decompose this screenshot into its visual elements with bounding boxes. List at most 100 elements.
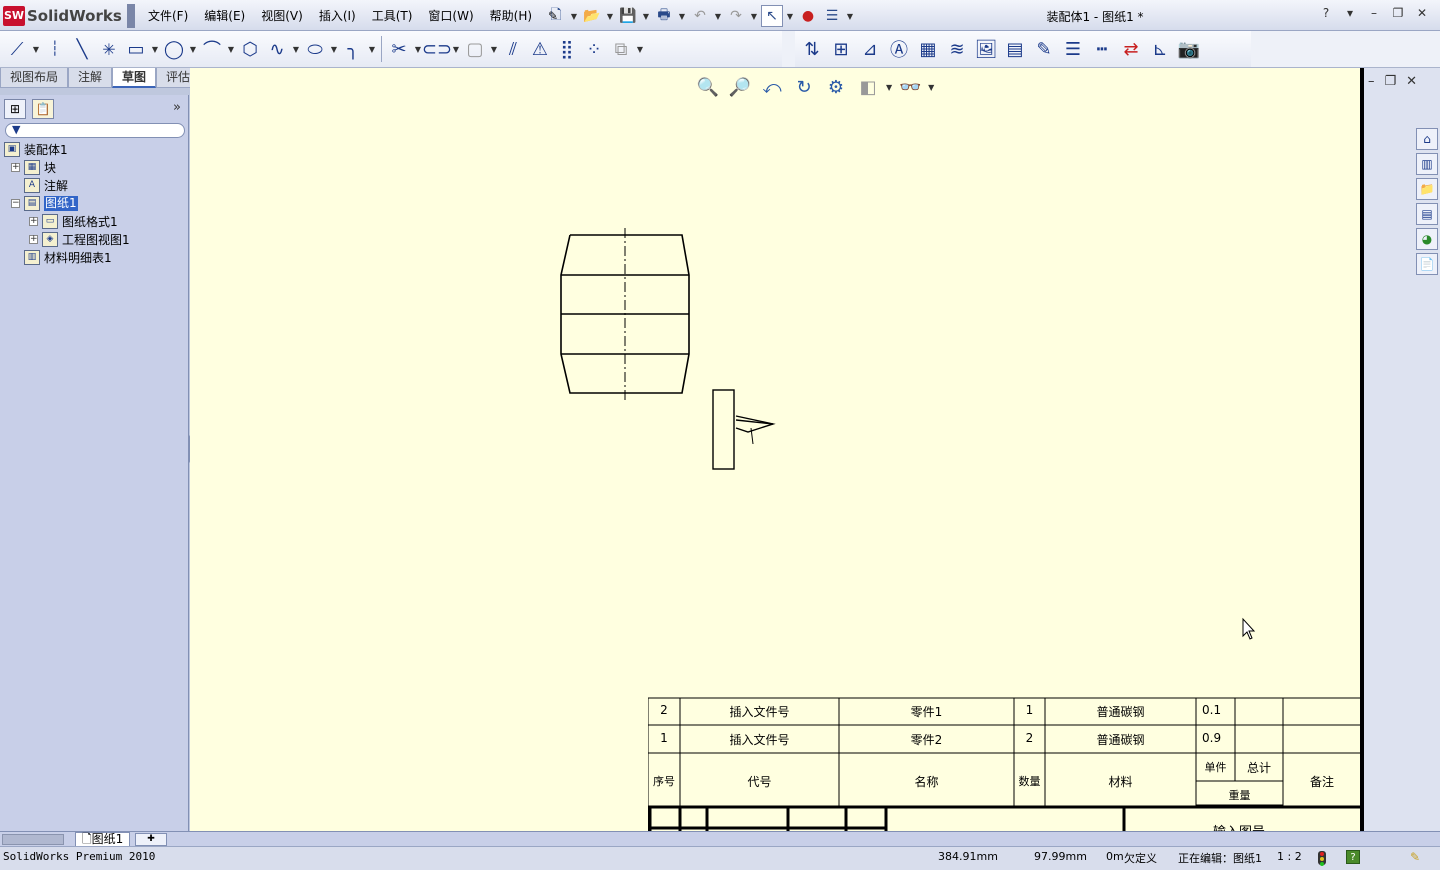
centerline-icon[interactable]: ┆: [42, 35, 68, 63]
hide-show-items-icon[interactable]: 👓: [896, 74, 924, 100]
display-relations-icon[interactable]: ⇅: [799, 35, 825, 63]
menu-view[interactable]: 视图(V): [253, 6, 311, 26]
save-dropdown-icon[interactable]: ▼: [641, 5, 651, 27]
redo-icon[interactable]: ↷: [725, 5, 747, 27]
expand-icon[interactable]: +: [11, 163, 20, 172]
note-icon[interactable]: Ⓐ: [886, 35, 912, 63]
close-icon[interactable]: ✕: [1412, 6, 1432, 20]
tree-node[interactable]: − ▤ 图纸1: [4, 195, 187, 213]
menu-window[interactable]: 窗口(W): [420, 6, 481, 26]
rebuild-traffic-light-icon[interactable]: ●: [797, 5, 819, 27]
tree-node[interactable]: ▥ 材料明细表1: [4, 249, 187, 267]
ellipse-icon[interactable]: ⬭: [302, 35, 328, 63]
menu-insert[interactable]: 插入(I): [311, 6, 364, 26]
slot-dropdown-icon[interactable]: ▼: [451, 45, 461, 54]
drawing-view-block[interactable]: [712, 389, 776, 470]
editing-status[interactable]: 正在编辑：图纸1: [1178, 850, 1262, 866]
spline-icon[interactable]: ∿: [264, 35, 290, 63]
arc-icon[interactable]: ⌒: [199, 35, 225, 63]
help-dropdown-icon[interactable]: ▾: [1340, 6, 1360, 20]
custom-properties-icon[interactable]: 📄: [1416, 253, 1438, 275]
line-format-icon[interactable]: ≋: [944, 35, 970, 63]
tree-node[interactable]: + ▦ 块: [4, 159, 187, 177]
minimize-icon[interactable]: –: [1364, 6, 1384, 20]
property-manager-tab-icon[interactable]: 📋: [32, 99, 54, 119]
quick-snaps-icon[interactable]: ⊿: [857, 35, 883, 63]
sheet-tab-scroll[interactable]: [2, 834, 64, 845]
repair-sketch-icon[interactable]: ⊞: [828, 35, 854, 63]
tree-node[interactable]: ▣ 装配体1: [4, 141, 187, 159]
save-icon[interactable]: 💾: [617, 5, 639, 27]
circle-icon[interactable]: ◯: [161, 35, 187, 63]
expand-panel-icon[interactable]: »: [173, 100, 181, 115]
restore-pane-icon[interactable]: ❐: [1385, 74, 1397, 89]
menu-tools[interactable]: 工具(T): [364, 6, 421, 26]
previous-view-icon[interactable]: ⤺: [758, 74, 786, 100]
circular-pattern-icon[interactable]: ⁘: [581, 35, 607, 63]
view-palette-icon[interactable]: ▤: [1416, 203, 1438, 225]
solidworks-resources-icon[interactable]: ⌂: [1416, 128, 1438, 150]
line-icon[interactable]: ╲: [69, 35, 95, 63]
appearances-icon[interactable]: ◕: [1416, 228, 1438, 250]
scale-status[interactable]: 1 : 2: [1277, 850, 1302, 863]
line-color-icon[interactable]: ✎: [1031, 35, 1057, 63]
smart-dimension-icon[interactable]: ⟋: [4, 35, 30, 63]
layer-properties-icon[interactable]: ▦: [915, 35, 941, 63]
rectangle-dropdown-icon[interactable]: ▼: [150, 45, 160, 54]
tab-sketch[interactable]: 草图: [112, 68, 157, 88]
expand-icon[interactable]: +: [29, 217, 38, 226]
design-library-icon[interactable]: ▥: [1416, 153, 1438, 175]
tab-view-layout[interactable]: 视图布局: [0, 68, 69, 88]
linear-pattern-icon[interactable]: ⣿: [554, 35, 580, 63]
line-style-icon[interactable]: ┅: [1089, 35, 1115, 63]
new-document-icon[interactable]: 🗋: [545, 5, 567, 27]
zoom-to-fit-icon[interactable]: 🔍: [694, 74, 722, 100]
hide-show-edges-icon[interactable]: ⇄: [1118, 35, 1144, 63]
menu-help[interactable]: 帮助(H): [482, 6, 540, 26]
move-dropdown-icon[interactable]: ▼: [635, 45, 645, 54]
ellipse-dropdown-icon[interactable]: ▼: [329, 45, 339, 54]
print-icon[interactable]: 🖶: [653, 5, 675, 27]
file-explorer-icon[interactable]: 📁: [1416, 178, 1438, 200]
collapse-icon[interactable]: −: [11, 199, 20, 208]
redo-dropdown-icon[interactable]: ▼: [749, 5, 759, 27]
menu-pin-handle[interactable]: [127, 4, 135, 28]
move-entities-icon[interactable]: ⧉: [608, 35, 634, 63]
layers-icon[interactable]: ▤: [1002, 35, 1028, 63]
tree-filter-input[interactable]: ▼: [5, 123, 185, 138]
rapid-sketch-icon[interactable]: ⊾: [1147, 35, 1173, 63]
undo-icon[interactable]: ↶: [689, 5, 711, 27]
dimension-dropdown-icon[interactable]: ▼: [31, 45, 41, 54]
rebuild-icon[interactable]: ↻: [790, 74, 818, 100]
help-icon[interactable]: ?: [1316, 6, 1336, 20]
arc-dropdown-icon[interactable]: ▼: [226, 45, 236, 54]
zoom-to-area-icon[interactable]: 🔎: [726, 74, 754, 100]
select-arrow-icon[interactable]: ↖: [761, 5, 783, 27]
view-orientation-dropdown-icon[interactable]: ▼: [886, 83, 892, 92]
point-icon[interactable]: ✳: [96, 35, 122, 63]
open-folder-icon[interactable]: 📂: [581, 5, 603, 27]
tab-annotation[interactable]: 注解: [68, 68, 113, 88]
sketch-picture-icon[interactable]: 🖼: [973, 35, 999, 63]
line-thickness-icon[interactable]: ☰: [1060, 35, 1086, 63]
tags-icon[interactable]: ✎: [1410, 850, 1426, 864]
spline-dropdown-icon[interactable]: ▼: [291, 45, 301, 54]
sheet-tab[interactable]: 🗋图纸1: [75, 832, 131, 847]
new-dropdown-icon[interactable]: ▼: [569, 5, 579, 27]
offset-entities-icon[interactable]: ⫽: [500, 35, 526, 63]
sketch-fillet-icon[interactable]: ╮: [340, 35, 366, 63]
select-dropdown-icon[interactable]: ▼: [785, 5, 795, 27]
view-settings-icon[interactable]: ⚙: [822, 74, 850, 100]
open-dropdown-icon[interactable]: ▼: [605, 5, 615, 27]
polygon-icon[interactable]: ⬡: [237, 35, 263, 63]
restore-icon[interactable]: ❐: [1388, 6, 1408, 20]
hide-show-dropdown-icon[interactable]: ▼: [928, 83, 934, 92]
rectangle-icon[interactable]: ▭: [123, 35, 149, 63]
tree-node[interactable]: A 注解: [4, 177, 187, 195]
solidworks-logo[interactable]: SW SolidWorks: [3, 4, 122, 27]
mirror-entities-icon[interactable]: ⚠: [527, 35, 553, 63]
menu-edit[interactable]: 编辑(E): [196, 6, 253, 26]
quick-tips-icon[interactable]: ?: [1346, 850, 1360, 864]
close-pane-icon[interactable]: ✕: [1406, 74, 1417, 89]
tree-node[interactable]: + ▭ 图纸格式1: [4, 213, 187, 231]
